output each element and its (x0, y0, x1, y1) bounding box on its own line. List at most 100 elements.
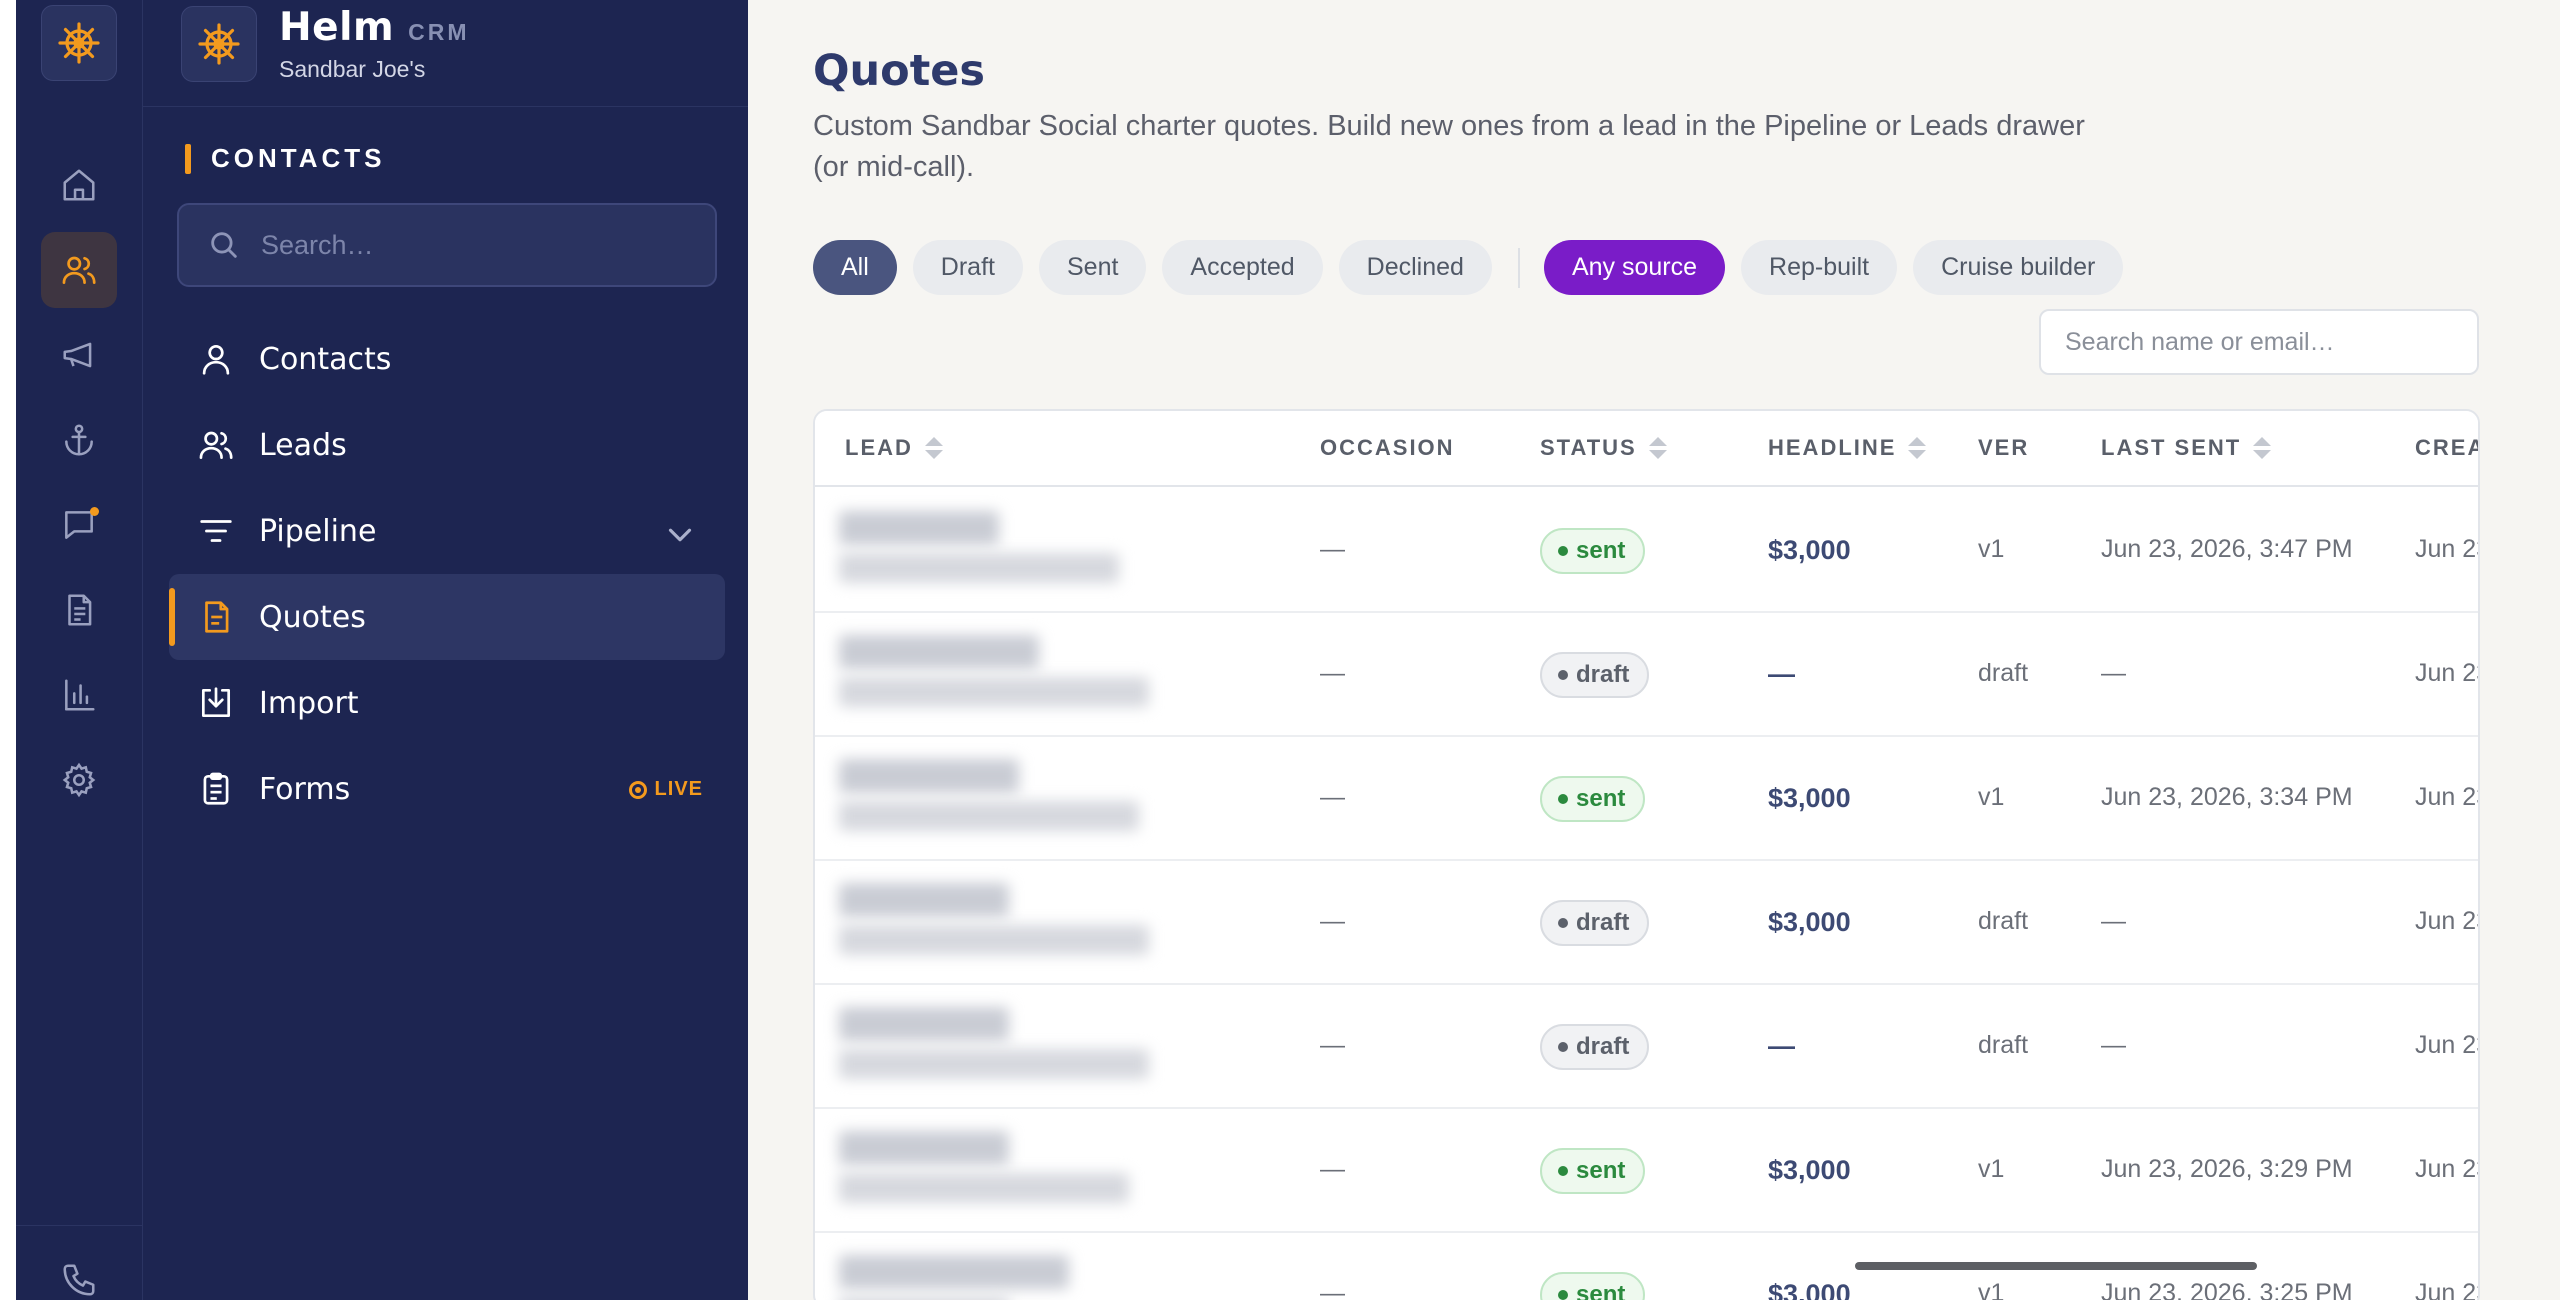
table-row[interactable]: — draft — draft — Jun 23 (815, 613, 2478, 737)
rail-documents-button[interactable] (41, 572, 117, 648)
filter-bar: All Draft Sent Accepted Declined Any sou… (813, 240, 2139, 295)
sort-icon[interactable] (1648, 437, 1667, 459)
status-label: sent (1576, 537, 1626, 564)
rail-messages-button[interactable] (41, 487, 117, 563)
column-header-last-sent[interactable]: LAST SENT (2101, 435, 2272, 461)
filter-status-all[interactable]: All (813, 240, 897, 295)
table-search-input[interactable] (2065, 327, 2455, 357)
anchor-icon (65, 424, 93, 456)
column-header-label: VER (1978, 435, 2030, 460)
filter-source-any[interactable]: Any source (1543, 240, 1726, 295)
sidebar-item-label: Forms (259, 771, 351, 807)
lead-redacted (839, 1131, 1205, 1207)
rail-charters-button[interactable] (41, 402, 117, 478)
sidebar-item-pipeline[interactable]: Pipeline (169, 488, 725, 574)
ship-wheel-icon (58, 22, 100, 64)
app-name: Helm (279, 5, 395, 50)
sidebar-search-input[interactable] (261, 229, 681, 261)
status-label: sent (1576, 785, 1626, 812)
column-header-lead[interactable]: LEAD (845, 435, 943, 461)
rail-settings-button[interactable] (41, 742, 117, 818)
filter-source-cruise-builder[interactable]: Cruise builder (1913, 240, 2124, 295)
table-search[interactable] (2039, 309, 2479, 375)
sidebar: Helm CRM Sandbar Joe's CONTACTS Contacts… (143, 0, 748, 1300)
last-sent-cell: Jun 23, 2026, 3:25 PM (2101, 1279, 2353, 1300)
created-cell: Jun 23 (2415, 659, 2478, 687)
sidebar-item-import[interactable]: Import (169, 660, 725, 746)
occasion-cell: — (1320, 659, 1345, 687)
sidebar-search[interactable] (177, 203, 717, 287)
brand-logo[interactable] (181, 6, 257, 82)
phone-icon (63, 1264, 95, 1296)
rail-reports-button[interactable] (41, 657, 117, 733)
occasion-cell: — (1320, 1279, 1345, 1300)
account-name: Sandbar Joe's (279, 56, 426, 82)
status-badge: sent (1540, 1272, 1646, 1300)
version-cell: v1 (1978, 1279, 2005, 1300)
rail-phone-button[interactable] (41, 1242, 117, 1300)
sidebar-item-quotes[interactable]: Quotes (169, 574, 725, 660)
last-sent-cell: Jun 23, 2026, 3:34 PM (2101, 783, 2353, 811)
users-icon (199, 431, 233, 460)
table-row[interactable]: — draft — draft — Jun 23 (815, 985, 2478, 1109)
sort-icon[interactable] (924, 437, 943, 459)
rail-logo[interactable] (41, 5, 117, 81)
sort-icon[interactable] (2253, 437, 2272, 459)
search-icon (211, 232, 237, 258)
status-dot-icon (1558, 1166, 1568, 1176)
filter-status-accepted[interactable]: Accepted (1162, 240, 1323, 295)
filter-source-rep-built[interactable]: Rep-built (1741, 240, 1898, 295)
column-header-occasion: OCCASION (1320, 435, 1455, 461)
sidebar-item-leads[interactable]: Leads (169, 402, 725, 488)
column-header-status[interactable]: STATUS (1540, 435, 1667, 461)
filter-status-declined[interactable]: Declined (1338, 240, 1492, 295)
horizontal-scrollbar[interactable] (1855, 1262, 2257, 1270)
column-header-created: CREAT (2415, 435, 2478, 461)
table-row[interactable]: — sent $3,000 v1 Jun 23, 2026, 3:47 PM Jun 23 (815, 489, 2478, 613)
status-label: draft (1576, 661, 1630, 688)
column-header-headline[interactable]: HEADLINE (1768, 435, 1927, 461)
filter-status-sent[interactable]: Sent (1038, 240, 1147, 295)
sidebar-item-label: Quotes (259, 599, 366, 635)
created-cell: Jun 23 (2415, 907, 2478, 935)
sidebar-item-contacts[interactable]: Contacts (169, 316, 725, 402)
sort-icon[interactable] (1908, 437, 1927, 459)
sidebar-item-label: Leads (259, 427, 347, 463)
brand: Helm CRM Sandbar Joe's (181, 5, 470, 83)
status-dot-icon (1558, 794, 1568, 804)
filter-icon (200, 520, 232, 542)
occasion-cell: — (1320, 783, 1345, 811)
last-sent-cell: — (2101, 907, 2126, 935)
status-dot-icon (1558, 1042, 1568, 1052)
chevron-down-icon[interactable] (661, 516, 699, 554)
rail-campaigns-button[interactable] (41, 317, 117, 393)
table-row[interactable]: — draft $3,000 draft — Jun 23 (815, 861, 2478, 985)
filter-divider (1517, 247, 1520, 288)
occasion-cell: — (1320, 535, 1345, 563)
version-cell: draft (1978, 659, 2029, 687)
document-icon (68, 594, 92, 626)
quotes-table: LEAD OCCASION STATUS HEADLINE VER LAST S… (813, 409, 2480, 1300)
bar-chart-icon (65, 679, 95, 711)
section-label: CONTACTS (211, 143, 386, 173)
last-sent-cell: Jun 23, 2026, 3:47 PM (2101, 535, 2353, 563)
filter-status-draft[interactable]: Draft (912, 240, 1023, 295)
headline-cell: $3,000 (1768, 783, 1851, 813)
version-cell: draft (1978, 1031, 2029, 1059)
table-row[interactable]: — sent $3,000 v1 Jun 23, 2026, 3:29 PM Jun 23 (815, 1109, 2478, 1233)
page-description: Custom Sandbar Social charter quotes. Bu… (813, 110, 2085, 183)
column-header-label: CREAT (2415, 435, 2478, 460)
rail-home-button[interactable] (41, 147, 117, 223)
rail-contacts-button[interactable] (41, 232, 117, 308)
status-label: sent (1576, 1281, 1626, 1300)
user-icon (202, 344, 230, 375)
status-badge: sent (1540, 528, 1646, 574)
table-row[interactable]: — sent $3,000 v1 Jun 23, 2026, 3:34 PM Jun 23 (815, 737, 2478, 861)
lead-redacted (839, 759, 1205, 835)
headline-cell: — (1768, 1031, 1795, 1061)
sidebar-item-forms[interactable]: Forms LIVE (169, 746, 725, 832)
column-header-ver: VER (1978, 435, 2029, 461)
version-cell: v1 (1978, 1155, 2005, 1183)
sidebar-item-label: Import (259, 685, 359, 721)
section-header: CONTACTS (185, 143, 386, 174)
